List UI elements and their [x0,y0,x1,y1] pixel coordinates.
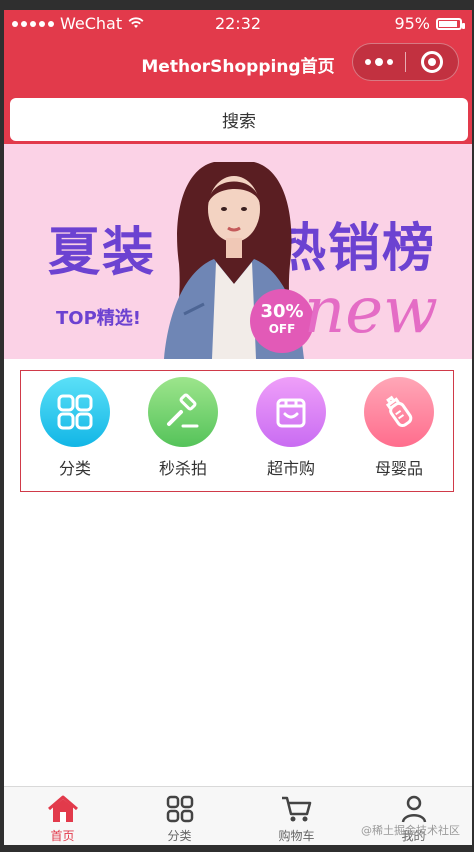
status-bar: WeChat 22:32 95% [4,10,472,38]
cart-icon [238,793,355,825]
bottle-icon [385,395,413,428]
category-grid: 分类 秒杀拍 超市购 母婴品 [20,370,454,492]
grid-icon [121,793,238,825]
tab-cart[interactable]: 购物车 [238,787,355,845]
banner-sub-text: TOP精选! [56,308,141,329]
category-circle [148,377,218,447]
search-label: 搜索 [222,112,256,132]
category-circle [40,377,110,447]
watermark: @稀土掘金技术社区 [361,824,460,837]
top-bar: WeChat 22:32 95% MethorShopping首页 搜索 [4,10,472,144]
tab-label: 购物车 [278,829,315,843]
target-icon [421,51,443,73]
category-item-baby[interactable]: 母婴品 [345,377,453,491]
more-dot-icon [375,58,383,66]
category-label: 母婴品 [374,459,423,478]
category-label: 超市购 [266,459,315,478]
battery-icon [436,17,465,30]
category-label: 分类 [58,459,91,478]
tab-category[interactable]: 分类 [121,787,238,845]
miniprogram-capsule [352,43,459,81]
close-miniprogram-button[interactable] [406,44,458,80]
battery-percent: 95% [394,14,430,33]
user-icon [355,793,472,825]
banner-left-text: 夏装 [48,223,157,283]
category-circle [364,377,434,447]
category-circle [256,377,326,447]
grid-icon [57,394,93,430]
banner-script-text: new [304,274,438,348]
store-icon [276,398,306,428]
tab-home[interactable]: 首页 [4,787,121,845]
phone-screen: WeChat 22:32 95% MethorShopping首页 搜索 夏装 … [4,10,472,845]
tab-label: 分类 [167,829,192,843]
status-right: 95% [394,14,465,33]
promo-banner[interactable]: 夏装 热销榜 TOP精选! 30% OFF new [4,144,472,359]
more-dot-icon [365,59,371,65]
category-item-flash-sale[interactable]: 秒杀拍 [129,377,237,491]
gavel-icon [167,393,199,428]
more-dot-icon [387,59,393,65]
category-item-classify[interactable]: 分类 [21,377,129,491]
tab-label: 首页 [50,829,75,843]
search-bar[interactable]: 搜索 [10,98,468,141]
category-label: 秒杀拍 [158,459,207,478]
more-menu-button[interactable] [353,44,405,80]
home-icon [4,793,121,825]
category-item-supermarket[interactable]: 超市购 [237,377,345,491]
